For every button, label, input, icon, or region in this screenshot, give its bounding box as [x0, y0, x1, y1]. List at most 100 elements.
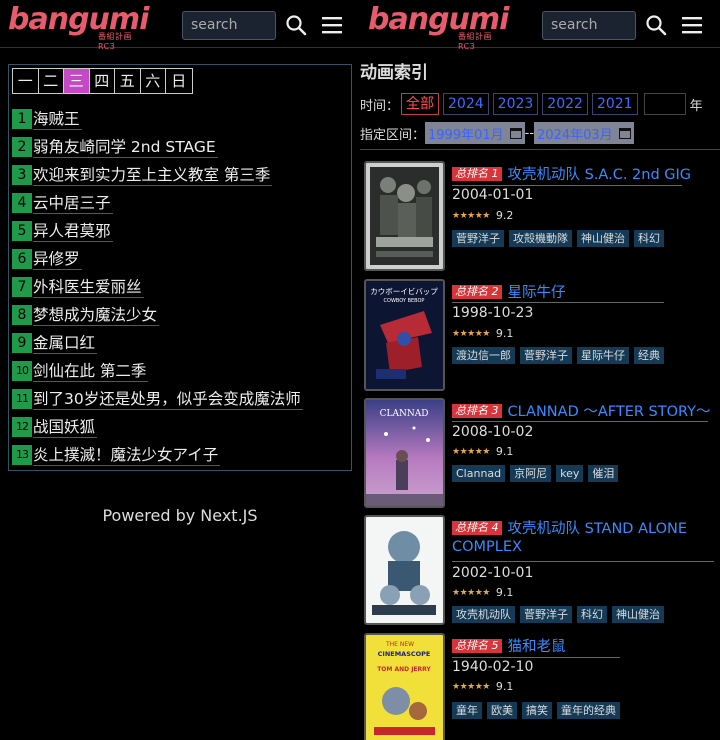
rank-badge: 总排名 3 [452, 403, 502, 418]
poster-image[interactable]: カウボーイビバップ COWBOY BEBOP [364, 279, 445, 391]
poster-text: カウボーイビバップ [370, 287, 438, 296]
list-index: 8 [12, 305, 32, 325]
anime-title-link[interactable]: 猫和老鼠 [508, 635, 566, 656]
tag[interactable]: 神山健治 [577, 230, 629, 247]
anime-title-link[interactable]: 弱角友崎同学 2nd STAGE [33, 137, 218, 158]
anime-title-link[interactable]: 异修罗 [33, 249, 82, 270]
rank-badge: 总排名 1 [452, 166, 502, 181]
tag[interactable]: 搞笑 [522, 702, 552, 719]
poster-text: CINEMASCOPE [378, 650, 431, 658]
list-index: 11 [12, 389, 32, 409]
tab-day-mon[interactable]: 一 [13, 69, 39, 93]
tag[interactable]: 菅野洋子 [452, 230, 504, 247]
list-item: 11 到了30岁还是处男，似乎会变成魔法师 [12, 385, 303, 413]
search-input[interactable]: search [542, 11, 636, 40]
tag[interactable]: 星际牛仔 [577, 347, 629, 364]
anime-title-link-cont[interactable]: COMPLEX [452, 539, 522, 555]
poster-image[interactable] [364, 515, 445, 625]
tab-day-fri[interactable]: 五 [115, 69, 141, 93]
tag[interactable]: Clannad [452, 465, 506, 482]
range-start-value: 1999年01月 [428, 127, 504, 143]
range-start-input[interactable]: 1999年01月 [425, 122, 525, 144]
tag[interactable]: 渡边信一郎 [452, 347, 515, 364]
tag[interactable]: 菅野洋子 [520, 347, 572, 364]
list-item: 2 弱角友崎同学 2nd STAGE [12, 133, 303, 161]
year-option-2023[interactable]: 2023 [492, 93, 539, 115]
anime-title-link[interactable]: 金属口红 [33, 333, 98, 354]
tag[interactable]: 京阿尼 [510, 465, 552, 482]
tab-day-sun[interactable]: 日 [166, 69, 192, 93]
search-icon[interactable] [645, 14, 667, 36]
list-item: 7 外科医生爱丽丝 [12, 273, 303, 301]
tag-list: 菅野洋子 攻殻機動隊 神山健治 科幻 [452, 230, 669, 247]
logo[interactable]: bangumi 番組計画RC3 [368, 2, 509, 51]
anime-title-link[interactable]: 攻壳机动队 STAND ALONE [508, 517, 688, 538]
score: 9.1 [495, 586, 514, 599]
tag[interactable]: 催泪 [588, 465, 619, 482]
calendar-icon[interactable] [618, 127, 631, 139]
tag[interactable]: key [556, 465, 584, 482]
list-index: 3 [12, 165, 32, 185]
tag[interactable]: 菅野洋子 [520, 606, 572, 623]
menu-icon[interactable] [681, 14, 703, 36]
year-option-2021[interactable]: 2021 [591, 93, 638, 115]
anime-title-link[interactable]: 炎上撲滅！魔法少女アイ子 [33, 445, 221, 466]
anime-title-link[interactable]: CLANNAD ～AFTER STORY～ [508, 400, 711, 421]
tag[interactable]: 经典 [634, 347, 664, 364]
logo[interactable]: bangumi 番組計画RC3 [8, 2, 149, 51]
anime-title-link[interactable]: 到了30岁还是处男，似乎会变成魔法师 [33, 389, 303, 410]
search-icon[interactable] [285, 14, 307, 36]
page-title: 动画索引 [360, 63, 428, 83]
title-underline [452, 421, 708, 422]
range-end-input[interactable]: 2024年03月 [534, 122, 634, 144]
anime-title-link[interactable]: 攻壳机动队 S.A.C. 2nd GIG [508, 163, 692, 184]
anime-title-link[interactable]: 海贼王 [33, 109, 82, 130]
anime-title-link[interactable]: 欢迎来到实力至上主义教室 第三季 [33, 165, 273, 186]
tag[interactable]: 科幻 [577, 606, 607, 623]
tag[interactable]: 欧美 [487, 702, 517, 719]
list-item: 3 欢迎来到实力至上主义教室 第三季 [12, 161, 303, 189]
anime-title-link[interactable]: 云中居三子 [33, 193, 113, 214]
anime-title-link[interactable]: 外科医生爱丽丝 [33, 277, 144, 298]
tag[interactable]: 科幻 [634, 230, 664, 247]
tag[interactable]: 攻壳机动队 [452, 606, 515, 623]
left-pane: bangumi 番組計画RC3 search 一 二 三 四 五 六 日 1 海贼… [0, 0, 360, 740]
poster-image[interactable]: THE NEW CINEMASCOPE TOM AND JERRY [364, 633, 445, 740]
tag[interactable]: 童年的经典 [557, 702, 620, 719]
range-separator: -- [524, 125, 535, 141]
logo-sub: 番組計画RC3 [98, 32, 132, 51]
tag[interactable]: 童年 [452, 702, 482, 719]
poster-image[interactable]: CLANNAD [364, 398, 445, 508]
anime-title-link[interactable]: 异人君莫邪 [33, 221, 113, 242]
year-option-2024[interactable]: 2024 [443, 93, 489, 115]
logo-sub: 番組計画RC3 [458, 32, 492, 51]
tag-list: 童年 欧美 搞笑 童年的经典 [452, 702, 625, 719]
list-index: 13 [12, 445, 32, 465]
rating: ★★★★★ 9.2 [452, 209, 513, 222]
list-item: 13 炎上撲滅！魔法少女アイ子 [12, 441, 303, 469]
header: bangumi 番組計画RC3 search [360, 0, 720, 51]
tab-day-sat[interactable]: 六 [141, 69, 166, 93]
search-input[interactable]: search [182, 11, 276, 40]
tag[interactable]: 神山健治 [612, 606, 664, 623]
poster-text: CLANNAD [380, 409, 429, 419]
rank-row: 总排名 1 攻壳机动队 S.A.C. 2nd GIG [452, 163, 691, 184]
score: 9.1 [495, 445, 514, 458]
poster-image[interactable] [364, 161, 445, 271]
anime-title-link[interactable]: 战国妖狐 [33, 417, 98, 438]
tab-day-wed[interactable]: 三 [64, 69, 90, 93]
year-option-all[interactable]: 全部 [401, 93, 440, 115]
tag[interactable]: 攻殻機動隊 [509, 230, 572, 247]
year-option-2022[interactable]: 2022 [542, 93, 588, 115]
anime-title-link[interactable]: 剑仙在此 第二季 [33, 361, 149, 382]
anime-title-link[interactable]: 梦想成为魔法少女 [33, 305, 160, 326]
star-rating-icon: ★★★★★ [452, 446, 490, 457]
calendar-icon[interactable] [509, 127, 522, 139]
tab-day-thu[interactable]: 四 [90, 69, 115, 93]
anime-title-link[interactable]: 星际牛仔 [508, 281, 566, 302]
menu-icon[interactable] [321, 14, 343, 36]
year-input[interactable] [643, 93, 686, 115]
divider [360, 149, 720, 150]
list-index: 12 [12, 417, 32, 437]
tab-day-tue[interactable]: 二 [39, 69, 64, 93]
